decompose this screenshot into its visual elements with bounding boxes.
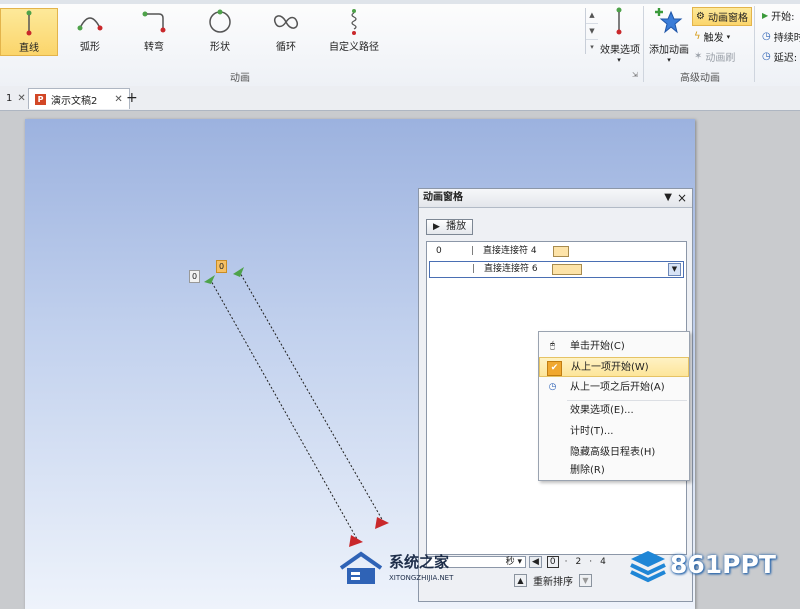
gallery-item-turn[interactable]: 转弯 bbox=[124, 8, 184, 54]
powerpoint-file-icon: P bbox=[35, 93, 46, 105]
effect-options-icon bbox=[616, 7, 622, 35]
gallery-item-label: 转弯 bbox=[144, 42, 164, 53]
new-tab-button[interactable]: + bbox=[120, 88, 144, 108]
gallery-more-icon[interactable]: ▾ bbox=[586, 40, 598, 55]
timeline-tick: 2 bbox=[575, 557, 582, 567]
delay-clock-icon: ◷ bbox=[762, 51, 771, 62]
watermark-xitongzhijia: 系统之家 XITONGZHIJIA.NET bbox=[337, 548, 487, 588]
add-animation-button[interactable]: 添加动画 ▾ bbox=[648, 6, 690, 64]
tab-previous-document[interactable]: 1 ✕ bbox=[0, 88, 32, 108]
chevron-down-icon[interactable]: ▼ bbox=[668, 263, 681, 276]
timing-bar bbox=[552, 264, 582, 275]
turn-path-icon bbox=[142, 11, 166, 33]
list-item[interactable]: 0 | 直接连接符 4 bbox=[429, 244, 682, 259]
reorder-controls: ▲ 重新排序 ▼ bbox=[514, 573, 592, 588]
line-path-icon bbox=[26, 10, 32, 36]
shape-path-icon bbox=[209, 9, 231, 33]
add-animation-star-icon bbox=[655, 8, 683, 34]
gallery-item-label: 自定义路径 bbox=[329, 42, 379, 53]
painter-brush-icon: ✶ bbox=[694, 51, 703, 62]
animation-list: 0 | 直接连接符 4 | 直接连接符 6 ▼ 🖰 单击开始(C) ✔ 从上一项… bbox=[426, 241, 690, 555]
gallery-item-custom[interactable]: 自定义路径 bbox=[322, 8, 386, 54]
timeline-tick-dot: · bbox=[589, 557, 593, 567]
timeline-tick: 4 bbox=[600, 557, 606, 567]
duration-control[interactable]: ◷ 持续时 bbox=[762, 29, 800, 44]
layers-logo-icon bbox=[630, 551, 666, 583]
gallery-item-arc[interactable]: 弧形 bbox=[60, 8, 120, 54]
gallery-scroll-up-icon[interactable]: ▲ bbox=[586, 8, 598, 24]
animation-pane-title: 动画窗格 ▼ × bbox=[419, 189, 692, 208]
close-icon[interactable]: × bbox=[677, 189, 687, 207]
animation-painter-button[interactable]: ✶ 动画刷 bbox=[694, 49, 735, 64]
menu-item-start-with-previous[interactable]: ✔ 从上一项开始(W) bbox=[539, 357, 689, 377]
context-menu: 🖰 单击开始(C) ✔ 从上一项开始(W) ◷ 从上一项之后开始(A) 效果选项… bbox=[538, 331, 690, 481]
gallery-item-label: 循环 bbox=[276, 42, 296, 53]
effect-options-button[interactable]: 效果选项 ▾ bbox=[600, 6, 640, 64]
ribbon: 直线 弧形 转弯 形状 循环 自定义路径 ▲ ▼ ▾ 效果选项 ▾ 动画 ⇲ 添… bbox=[0, 0, 800, 87]
group-separator bbox=[754, 6, 755, 82]
mouse-click-icon: 🖰 bbox=[549, 341, 556, 351]
gallery-scroll-down-icon[interactable]: ▼ bbox=[586, 24, 598, 40]
group-separator bbox=[643, 6, 644, 82]
ribbon-tab-strip bbox=[0, 0, 800, 4]
gallery-item-shape[interactable]: 形状 bbox=[190, 8, 250, 54]
start-timing-control[interactable]: ▶ 开始: bbox=[762, 8, 795, 23]
chevron-down-icon: ▾ bbox=[726, 32, 731, 41]
tab-document-2[interactable]: P 演示文稿2 ✕ bbox=[28, 88, 130, 109]
timeline-tick-dot: · bbox=[564, 557, 568, 567]
animation-pane: 动画窗格 ▼ × ▶ 播放 0 | 直接连接符 4 | 直接连接符 6 ▼ 🖰 … bbox=[418, 188, 693, 602]
chevron-down-icon: ▾ bbox=[667, 56, 671, 64]
menu-item-start-after-previous[interactable]: ◷ 从上一项之后开始(A) bbox=[539, 378, 689, 398]
gallery-item-loop[interactable]: 循环 bbox=[256, 8, 316, 54]
animation-group-label: 动画 bbox=[230, 73, 250, 84]
animation-order-tag: 0 bbox=[189, 270, 201, 283]
watermark-title: 系统之家 bbox=[389, 553, 450, 571]
chevron-down-icon: ▾ bbox=[617, 56, 621, 64]
menu-item-hide-advanced-timeline[interactable]: 隐藏高级日程表(H) bbox=[539, 443, 689, 463]
gallery-item-line[interactable]: 直线 bbox=[0, 8, 58, 56]
play-button[interactable]: ▶ 播放 bbox=[426, 219, 474, 235]
move-up-icon[interactable]: ▲ bbox=[514, 574, 527, 587]
pane-options-dropdown-icon[interactable]: ▼ bbox=[664, 189, 672, 207]
play-icon: ▶ bbox=[433, 222, 440, 232]
animation-pane-button[interactable]: ⚙ 动画窗格 bbox=[692, 7, 752, 26]
clock-icon: ◷ bbox=[548, 382, 557, 392]
advanced-animation-group-label: 高级动画 bbox=[680, 73, 720, 84]
animation-order-tag-selected: 0 bbox=[216, 260, 228, 273]
house-logo-icon bbox=[339, 551, 383, 584]
watermark-861ppt: 861PPT bbox=[628, 546, 798, 586]
dialog-launcher-icon[interactable]: ⇲ bbox=[632, 71, 638, 79]
list-item-selected[interactable]: | 直接连接符 6 ▼ bbox=[429, 261, 684, 278]
watermark-url: XITONGZHIJIA.NET bbox=[389, 574, 454, 582]
trigger-button[interactable]: ϟ 触发 ▾ bbox=[694, 29, 730, 44]
gallery-scroller[interactable]: ▲ ▼ ▾ bbox=[585, 8, 598, 54]
menu-item-remove[interactable]: 删除(R) bbox=[539, 463, 689, 479]
arc-path-icon bbox=[77, 17, 103, 31]
move-down-icon[interactable]: ▼ bbox=[579, 574, 592, 587]
menu-item-effect-options[interactable]: 效果选项(E)... bbox=[539, 401, 689, 421]
document-tab-bar: 1 ✕ P 演示文稿2 ✕ + bbox=[0, 86, 800, 111]
menu-item-timing[interactable]: 计时(T)... bbox=[539, 422, 689, 442]
custom-path-icon bbox=[351, 9, 357, 35]
check-icon: ✔ bbox=[547, 361, 562, 376]
animation-pane-icon: ⚙ bbox=[696, 11, 705, 22]
gallery-item-label: 形状 bbox=[210, 42, 230, 53]
trigger-indicator: | bbox=[472, 264, 476, 274]
close-icon[interactable]: ✕ bbox=[17, 93, 25, 104]
timeline-scroll-left-icon[interactable]: ◀ bbox=[529, 556, 542, 568]
loop-path-icon bbox=[273, 15, 299, 29]
gallery-item-label: 直线 bbox=[19, 43, 39, 54]
timeline-tick: 0 bbox=[546, 556, 559, 568]
watermark-text: 861PPT bbox=[670, 550, 776, 579]
menu-item-start-on-click[interactable]: 🖰 单击开始(C) bbox=[539, 337, 689, 357]
trigger-indicator: | bbox=[471, 246, 475, 256]
delay-control[interactable]: ◷ 延迟: bbox=[762, 49, 797, 64]
gallery-item-label: 弧形 bbox=[80, 42, 100, 53]
play-triangle-icon: ▶ bbox=[762, 11, 769, 20]
lightning-icon: ϟ bbox=[694, 31, 701, 42]
clock-icon: ◷ bbox=[762, 31, 771, 42]
timing-bar bbox=[553, 246, 569, 257]
